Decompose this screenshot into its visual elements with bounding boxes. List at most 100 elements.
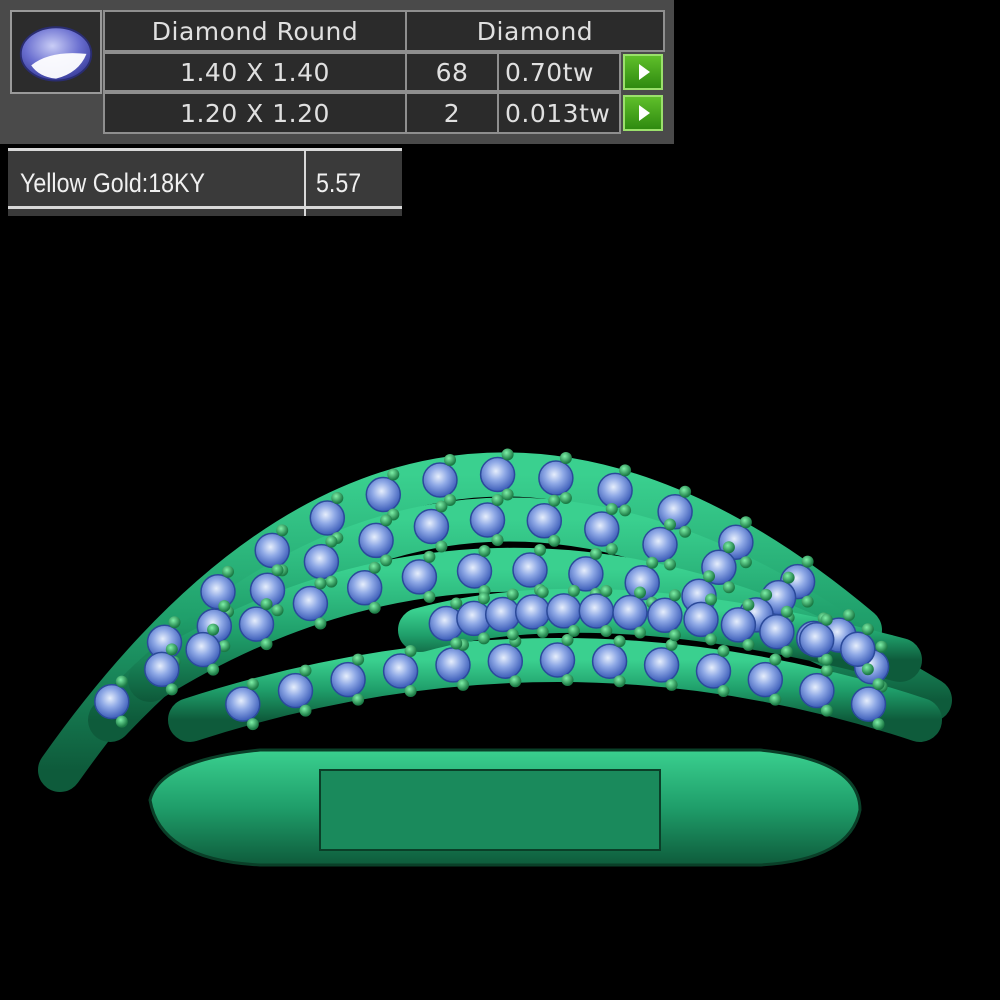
pave-stone bbox=[469, 502, 506, 538]
pave-stone bbox=[435, 647, 471, 683]
prong bbox=[115, 715, 128, 728]
pave-stone bbox=[365, 476, 402, 513]
prong bbox=[380, 554, 393, 567]
prong bbox=[477, 592, 490, 605]
prong bbox=[739, 516, 752, 529]
prong bbox=[435, 540, 448, 553]
prong bbox=[872, 718, 885, 731]
prong bbox=[705, 593, 717, 606]
stone-size-cell: 1.20 X 1.20 bbox=[103, 92, 407, 134]
prong bbox=[276, 524, 289, 537]
prong bbox=[664, 558, 676, 571]
stone-size-cell: 1.40 X 1.40 bbox=[103, 52, 407, 92]
prong bbox=[207, 663, 220, 676]
pave-stone bbox=[225, 686, 261, 722]
pave-stone bbox=[303, 543, 340, 580]
prong bbox=[352, 653, 365, 666]
play-arrow-icon bbox=[639, 64, 650, 80]
prong bbox=[664, 518, 676, 531]
stone-weight-cell: 0.013tw bbox=[497, 92, 621, 134]
prong bbox=[325, 535, 338, 548]
prong bbox=[820, 664, 833, 677]
prong bbox=[368, 561, 381, 574]
prong bbox=[769, 653, 782, 666]
prong bbox=[668, 589, 681, 602]
prong bbox=[861, 623, 874, 636]
prong bbox=[780, 645, 793, 658]
prong bbox=[605, 543, 618, 555]
prong bbox=[548, 494, 561, 507]
play-arrow-icon bbox=[639, 105, 650, 121]
pave-stone bbox=[330, 661, 366, 698]
pave-stone bbox=[456, 553, 493, 589]
prong bbox=[222, 565, 234, 578]
pave-stone bbox=[683, 601, 719, 638]
pave-stone bbox=[695, 653, 732, 689]
prong bbox=[314, 577, 327, 590]
prong bbox=[561, 674, 574, 686]
pave-stone bbox=[487, 643, 524, 679]
pave-stone bbox=[526, 503, 563, 539]
stone-type-header: Diamond bbox=[405, 10, 665, 52]
prong bbox=[380, 514, 393, 527]
pave-stone bbox=[94, 683, 130, 720]
prong bbox=[801, 595, 814, 608]
pave-stone bbox=[850, 686, 887, 722]
prong bbox=[820, 613, 833, 626]
row-2-play-button[interactable] bbox=[623, 95, 663, 131]
prong bbox=[423, 550, 436, 563]
pave-stone bbox=[185, 631, 221, 668]
pave-stone bbox=[538, 460, 574, 496]
prong bbox=[404, 645, 417, 657]
pave-stone bbox=[346, 570, 383, 606]
pave-stone bbox=[591, 643, 628, 679]
pave-stone bbox=[612, 594, 648, 631]
stone-shape-header: Diamond Round bbox=[103, 10, 407, 52]
pave-stone bbox=[643, 647, 680, 683]
prong bbox=[450, 637, 463, 650]
pave-stone bbox=[720, 607, 757, 643]
prong bbox=[705, 633, 717, 646]
prong bbox=[165, 643, 178, 656]
prong bbox=[703, 570, 715, 583]
prong bbox=[619, 464, 632, 477]
divider bbox=[304, 148, 306, 216]
prong bbox=[435, 500, 448, 513]
prong bbox=[769, 693, 782, 706]
pave-stone bbox=[413, 508, 450, 545]
stone-weight-cell: 0.70tw bbox=[497, 52, 621, 92]
prong bbox=[820, 653, 833, 666]
prong bbox=[314, 617, 327, 630]
divider bbox=[8, 148, 402, 151]
prong bbox=[271, 604, 284, 617]
prong bbox=[668, 629, 681, 642]
prong bbox=[168, 616, 181, 629]
stone-count-cell: 2 bbox=[405, 92, 499, 134]
prong bbox=[548, 534, 561, 547]
prong bbox=[861, 663, 874, 676]
prong bbox=[567, 624, 580, 637]
pave-stone bbox=[144, 651, 180, 688]
pave-stone bbox=[799, 672, 835, 709]
prong bbox=[260, 638, 273, 651]
metal-info-panel: Yellow Gold:18KY 5.57 bbox=[8, 148, 402, 216]
prong bbox=[665, 678, 678, 691]
prong bbox=[801, 555, 814, 568]
prong bbox=[534, 544, 546, 556]
pave-stone bbox=[642, 526, 678, 563]
pave-stone bbox=[546, 593, 582, 629]
prong bbox=[491, 494, 504, 506]
prong bbox=[491, 534, 504, 546]
prong bbox=[679, 525, 692, 538]
prong bbox=[271, 564, 284, 577]
row-1-play-button[interactable] bbox=[623, 54, 663, 90]
pave-stone bbox=[200, 574, 236, 610]
prong bbox=[246, 678, 259, 691]
prong bbox=[872, 678, 885, 691]
prong bbox=[600, 585, 613, 597]
prong bbox=[646, 556, 659, 569]
prong bbox=[368, 601, 381, 614]
stone-count-cell: 68 bbox=[405, 52, 499, 92]
metal-weight-value: 5.57 bbox=[316, 168, 362, 198]
prong bbox=[589, 547, 602, 560]
